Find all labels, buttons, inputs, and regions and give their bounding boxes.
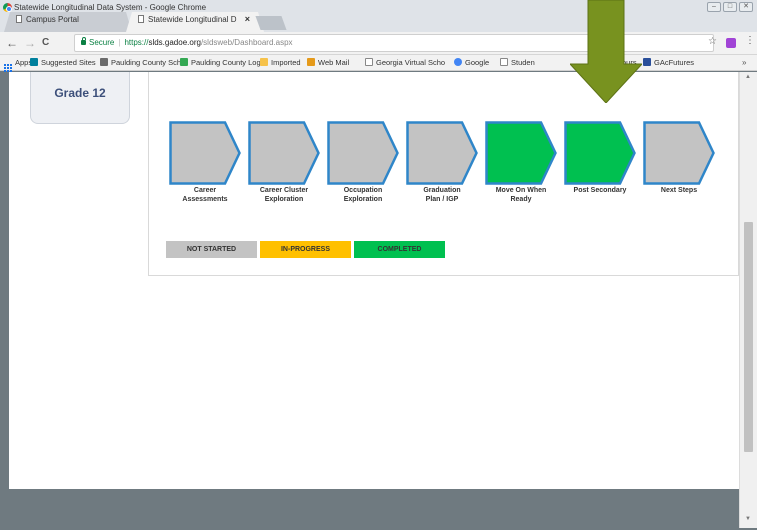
- bookmarks-overflow-icon[interactable]: »: [742, 58, 746, 67]
- close-window-button[interactable]: ✕: [739, 2, 753, 12]
- step-chevron-3[interactable]: [327, 121, 399, 185]
- step-label-2: Career Cluster Exploration: [246, 186, 322, 204]
- tab-campus-portal[interactable]: Campus Portal: [4, 12, 132, 32]
- bookmark-suggested-sites[interactable]: Suggested Sites: [30, 57, 96, 68]
- step-label-6: Post Secondary: [562, 186, 638, 195]
- step-label-line: Career: [193, 187, 217, 194]
- maximize-button[interactable]: □: [723, 2, 737, 12]
- bookmark-student[interactable]: Studen: [500, 57, 535, 68]
- step-label-1: Career Assessments: [167, 186, 243, 204]
- reload-icon[interactable]: C: [42, 36, 49, 50]
- tab-label: Statewide Longitudinal D: [148, 15, 237, 24]
- bookmark-label: Web Mail: [318, 58, 350, 67]
- step-chevron-4[interactable]: [406, 121, 478, 185]
- window-title: Statewide Longitudinal Data System - Goo…: [14, 3, 207, 12]
- bookmarks-bar: Apps Suggested Sites Paulding County Sch…: [0, 55, 757, 72]
- bookmark-label: Paulding County Sch: [111, 58, 182, 67]
- bookmark-label: Studen: [511, 58, 535, 67]
- step-label-line: Exploration: [343, 196, 383, 203]
- url-scheme: https://: [124, 38, 149, 47]
- step-label-4: Graduation Plan / IGP: [404, 186, 480, 204]
- lock-icon: [81, 37, 86, 45]
- bookmark-label: GAcFutures: [654, 58, 695, 67]
- scroll-up-icon[interactable]: ▲: [745, 74, 751, 80]
- bookmark-paulding-login[interactable]: Paulding County Log: [180, 57, 261, 68]
- bookmark-google[interactable]: Google: [454, 57, 489, 68]
- grade-card[interactable]: Grade 12: [30, 72, 130, 124]
- step-label-line: Next Steps: [660, 187, 698, 194]
- step-label-7: Next Steps: [641, 186, 717, 195]
- secure-label: Secure: [89, 38, 115, 47]
- page-viewport: Grade 12 Career Assessments Career Cluster…: [9, 72, 739, 489]
- bookmark-gafutures[interactable]: GAcFutures: [643, 57, 694, 68]
- bing-icon: [30, 58, 38, 66]
- forward-arrow-icon[interactable]: →: [24, 36, 36, 50]
- browser-toolbar: ← → C Secure | https://slds.gadoe.org/slds…: [0, 32, 757, 55]
- grade-label: Grade 12: [54, 86, 106, 100]
- step-label-line: Assessments: [182, 196, 228, 203]
- legend-completed: COMPLETED: [354, 241, 445, 258]
- new-tab-button[interactable]: [255, 16, 287, 30]
- step-chevron-2[interactable]: [248, 121, 320, 185]
- step-label-3: Occupation Exploration: [325, 186, 401, 204]
- step-label-line: Career Cluster: [259, 187, 309, 194]
- step-chevron-1[interactable]: [169, 121, 241, 185]
- folder-icon: [260, 58, 268, 66]
- tab-slds[interactable]: Statewide Longitudinal D ×: [126, 12, 264, 32]
- scroll-thumb[interactable]: [744, 222, 753, 452]
- bookmark-star-icon[interactable]: ☆: [708, 36, 717, 47]
- step-label-line: Ready: [510, 196, 532, 203]
- gafutures-icon: [643, 58, 651, 66]
- bookmark-label: Georgia Virtual Scho: [376, 58, 446, 67]
- step-label-line: Post Secondary: [573, 187, 627, 194]
- login-icon: [180, 58, 188, 66]
- page-icon: [16, 15, 22, 23]
- chrome-menu-icon[interactable]: ⋮: [745, 35, 755, 46]
- step-label-line: Move On When: [495, 187, 547, 194]
- step-label-5: Move On When Ready: [483, 186, 559, 204]
- apps-grid-icon: [4, 64, 12, 72]
- legend-in-progress: IN-PROGRESS: [260, 241, 351, 258]
- step-chevron-5[interactable]: [485, 121, 557, 185]
- back-arrow-icon[interactable]: ←: [6, 36, 18, 50]
- tab-label: Campus Portal: [26, 15, 79, 24]
- mail-icon: [307, 58, 315, 66]
- title-bar: Statewide Longitudinal Data System - Goo…: [0, 0, 757, 32]
- bookmark-apps[interactable]: Apps: [4, 57, 32, 72]
- bookmark-label: Google: [465, 58, 490, 67]
- bookmark-imported[interactable]: Imported: [260, 57, 301, 68]
- bookmark-label: Paulding County Log: [191, 58, 261, 67]
- url-path: /sldsweb/Dashboard.aspx: [200, 38, 293, 47]
- bookmark-label: Suggested Sites: [41, 58, 96, 67]
- legend-not-started: NOT STARTED: [166, 241, 257, 258]
- chrome-logo-icon: [3, 3, 12, 12]
- annotation-down-arrow-icon: [570, 0, 642, 103]
- page-icon: [365, 58, 373, 66]
- page-icon: [500, 58, 508, 66]
- bookmark-paulding-school[interactable]: Paulding County Sch: [100, 57, 181, 68]
- step-label-line: Occupation: [343, 187, 383, 194]
- minimize-button[interactable]: –: [707, 2, 721, 12]
- close-tab-icon[interactable]: ×: [245, 14, 250, 24]
- career-pathway-panel: Career Assessments Career Cluster Explorati…: [148, 72, 739, 276]
- page-icon: [138, 15, 144, 23]
- vertical-scrollbar[interactable]: ▲ ▼: [739, 72, 757, 528]
- bookmark-label: Imported: [271, 58, 301, 67]
- step-label-line: Plan / IGP: [425, 196, 459, 203]
- extension-icon[interactable]: [726, 38, 736, 48]
- bookmark-web-mail[interactable]: Web Mail: [307, 57, 349, 68]
- step-label-line: Graduation: [423, 187, 461, 194]
- url-host: slds.gadoe.org: [148, 38, 201, 47]
- bookmark-georgia-virtual[interactable]: Georgia Virtual Scho: [365, 57, 445, 68]
- step-chevron-7[interactable]: [643, 121, 715, 185]
- google-icon: [454, 58, 462, 66]
- step-chevron-6[interactable]: [564, 121, 636, 185]
- step-label-line: Exploration: [264, 196, 304, 203]
- school-icon: [100, 58, 108, 66]
- scroll-down-icon[interactable]: ▼: [745, 516, 751, 522]
